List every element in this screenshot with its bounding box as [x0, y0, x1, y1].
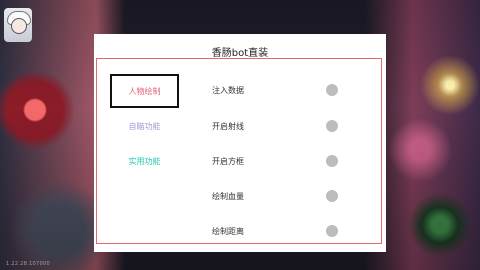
game-screen: 1.22.28.107000 香肠bot直装 人物绘制 自瞄功能 实用功能 注入…	[0, 0, 480, 270]
tab-utility[interactable]: 实用功能	[110, 144, 179, 178]
tab-label: 人物绘制	[128, 86, 161, 96]
toggle-distance[interactable]	[326, 225, 338, 237]
cheat-menu-panel: 香肠bot直装 人物绘制 自瞄功能 实用功能 注入数据 开启射线 开启方框 绘制…	[94, 34, 386, 252]
option-row-distance: 绘制距离	[212, 224, 342, 238]
option-label: 绘制血量	[212, 191, 244, 201]
toggle-health[interactable]	[326, 190, 338, 202]
option-label: 开启方框	[212, 156, 244, 166]
toggle-ray[interactable]	[326, 120, 338, 132]
toggle-inject-data[interactable]	[326, 84, 338, 96]
option-label: 注入数据	[212, 85, 244, 95]
option-row-box: 开启方框	[212, 154, 342, 168]
option-row-health: 绘制血量	[212, 189, 342, 203]
option-row-inject-data: 注入数据	[212, 83, 342, 97]
toggle-box[interactable]	[326, 155, 338, 167]
version-text: 1.22.28.107000	[6, 261, 50, 267]
option-row-ray: 开启射线	[212, 119, 342, 133]
tab-aim[interactable]: 自瞄功能	[110, 109, 179, 143]
avatar[interactable]	[4, 8, 32, 42]
option-label: 绘制距离	[212, 226, 244, 236]
option-label: 开启射线	[212, 121, 244, 131]
tab-character-draw[interactable]: 人物绘制	[110, 74, 179, 108]
tab-label: 自瞄功能	[128, 121, 161, 131]
menu-title: 香肠bot直装	[211, 48, 269, 59]
tab-label: 实用功能	[128, 156, 161, 166]
avatar-face	[11, 18, 27, 34]
